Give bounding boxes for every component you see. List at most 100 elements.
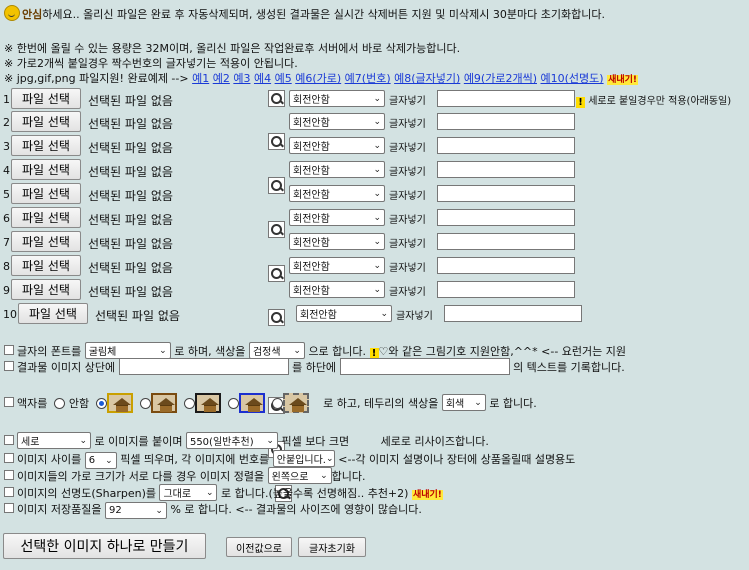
- chevron-down-icon: ⌄: [320, 470, 328, 481]
- previous-values-button[interactable]: 이전값으로: [226, 537, 292, 557]
- rotate-select[interactable]: 회전안함 ⌄: [289, 161, 385, 178]
- frame-radio-5[interactable]: [272, 398, 284, 409]
- file-select-button[interactable]: 파일 선택: [11, 135, 81, 156]
- text-input[interactable]: [437, 113, 575, 130]
- file-upload-rows: 1. 파일 선택 선택된 파일 없음 회전안함 ⌄ 글자넣기 2. 파일 선택 선택된 파일 없…: [0, 0, 749, 502]
- bottom-caption-input[interactable]: [339, 358, 510, 375]
- chevron-down-icon: ⌄: [373, 236, 381, 247]
- width-select[interactable]: 550(일반추천) ⌄: [185, 432, 278, 449]
- rotate-select[interactable]: 회전안함 ⌄: [296, 305, 392, 322]
- file-status: 선택된 파일 없음: [88, 165, 173, 179]
- text-input[interactable]: [437, 281, 575, 298]
- text-input[interactable]: [437, 161, 575, 178]
- frame-radio-4[interactable]: [228, 398, 240, 409]
- rotate-select[interactable]: 회전안함 ⌄: [289, 113, 385, 130]
- quality-select[interactable]: 92 ⌄: [104, 502, 167, 519]
- file-select-button[interactable]: 파일 선택: [11, 279, 81, 300]
- text-input[interactable]: [444, 305, 582, 322]
- rotate-select[interactable]: 회전안함 ⌄: [289, 137, 385, 154]
- frame-option-line: 액자를 안함 로 하고, 테두리의 색상을 회색 ⌄ 로 합니다.: [4, 393, 537, 413]
- rotate-select[interactable]: 회전안함 ⌄: [289, 281, 385, 298]
- chevron-down-icon: ⌄: [373, 93, 381, 104]
- example-link-10[interactable]: 예10(선명도): [541, 72, 604, 85]
- frame-radio-none[interactable]: [54, 398, 66, 409]
- numbering-text: <--각 이미지 설명이나 장터에 상품올릴때 설명용도: [338, 453, 576, 466]
- frame-thumb-5: [283, 393, 310, 413]
- reset-text-button[interactable]: 글자초기화: [298, 537, 366, 557]
- text-input[interactable]: [437, 257, 575, 274]
- bullet-icon: [4, 470, 14, 480]
- file-select-button[interactable]: 파일 선택: [11, 111, 81, 132]
- preview-magnifier-icon[interactable]: [268, 133, 285, 150]
- sharpen-select[interactable]: 그대로 ⌄: [159, 484, 218, 501]
- border-color-value: 회색: [445, 399, 465, 410]
- rotate-select[interactable]: 회전안함 ⌄: [289, 233, 385, 250]
- rotate-select[interactable]: 회전안함 ⌄: [289, 209, 385, 226]
- rotate-select[interactable]: 회전안함 ⌄: [289, 185, 385, 202]
- bullet-icon: [4, 503, 14, 513]
- example-link-6[interactable]: 예6(가로): [295, 72, 341, 85]
- examples-prefix: ※ jpg,gif,png 파일지원! 완료예제 -->: [4, 72, 189, 85]
- preview-magnifier-icon[interactable]: [268, 177, 285, 194]
- chevron-down-icon: ⌄: [155, 505, 163, 516]
- caption-suffix: 의 텍스트를 기록합니다.: [513, 361, 625, 374]
- width-text-1: 픽셀 보다 크면: [281, 435, 350, 448]
- frame-radio-2[interactable]: [140, 398, 152, 409]
- width-value: 550(일반추천): [189, 437, 254, 448]
- example-link-7[interactable]: 예7(번호): [345, 72, 391, 85]
- text-input[interactable]: [437, 137, 575, 154]
- color-select[interactable]: 검정색 ⌄: [248, 342, 305, 359]
- file-select-button[interactable]: 파일 선택: [18, 303, 88, 324]
- rotate-value: 회전안함: [293, 95, 330, 106]
- preview-magnifier-icon[interactable]: [268, 90, 285, 107]
- file-select-button[interactable]: 파일 선택: [11, 159, 81, 180]
- text-input[interactable]: [437, 209, 575, 226]
- example-link-8[interactable]: 예8(글자넣기): [394, 72, 460, 85]
- font-option-line: 글자의 폰트를 굴림체 ⌄ 로 하며, 색상을 검정색 ⌄ 으로 합니다. ! ♡와 …: [4, 342, 626, 359]
- numbering-select[interactable]: 안붙입니다. ⌄: [272, 450, 335, 467]
- example-link-3[interactable]: 예3: [233, 72, 250, 85]
- bullet-icon: [4, 361, 14, 371]
- rotate-value: 회전안함: [293, 214, 330, 225]
- frame-none-label: 안함: [68, 397, 90, 410]
- example-link-4[interactable]: 예4: [254, 72, 271, 85]
- example-link-1[interactable]: 예1: [192, 72, 209, 85]
- example-link-2[interactable]: 예2: [213, 72, 230, 85]
- rotate-select[interactable]: 회전안함 ⌄: [289, 257, 385, 274]
- info-line-2: ※ 가로2개씩 붙일경우 짝수번호의 글자넣기는 적용이 안됩니다.: [4, 57, 298, 70]
- example-link-5[interactable]: 예5: [275, 72, 292, 85]
- border-suffix: 로 합니다.: [489, 397, 537, 410]
- align-select[interactable]: 왼쪽으로 ⌄: [267, 467, 332, 484]
- make-image-button[interactable]: 선택한 이미지 하나로 만들기: [3, 533, 206, 559]
- text-input[interactable]: [437, 185, 575, 202]
- rotate-select[interactable]: 회전안함 ⌄: [289, 90, 385, 107]
- chevron-down-icon: ⌄: [474, 397, 482, 408]
- preview-magnifier-icon[interactable]: [268, 221, 285, 238]
- font-select[interactable]: 굴림체 ⌄: [84, 342, 171, 359]
- file-status: 선택된 파일 없음: [88, 285, 173, 299]
- text-input[interactable]: [437, 233, 575, 250]
- frame-thumb-3: [195, 393, 222, 413]
- info-line-1: ※ 한번에 올릴 수 있는 용량은 32M이며, 올리신 파일은 작업완료후 서…: [4, 42, 461, 55]
- example-link-9[interactable]: 예9(가로2개씩): [464, 72, 537, 85]
- align-option-line: 이미지들의 가로 크기가 서로 다를 경우 이미지 정렬을 왼쪽으로 ⌄ 합니다.: [4, 467, 365, 484]
- row1-note: ! 세로로 붙일경우만 적용(아래동일): [576, 92, 731, 108]
- frame-radio-3[interactable]: [184, 398, 196, 409]
- chevron-down-icon: ⌄: [266, 435, 274, 446]
- border-color-select[interactable]: 회색 ⌄: [441, 394, 486, 411]
- file-select-button[interactable]: 파일 선택: [11, 88, 81, 109]
- top-caption-input[interactable]: [118, 358, 289, 375]
- color-select-value: 검정색: [252, 347, 281, 358]
- file-select-button[interactable]: 파일 선택: [11, 183, 81, 204]
- file-select-button[interactable]: 파일 선택: [11, 231, 81, 252]
- examples-line: ※ jpg,gif,png 파일지원! 완료예제 --> 예1 예2 예3 예4…: [4, 70, 639, 86]
- preview-magnifier-icon[interactable]: [268, 309, 285, 326]
- sharpen-prefix: 이미지의 선명도(Sharpen)를: [17, 487, 156, 500]
- frame-radio-1[interactable]: [96, 398, 108, 409]
- text-input[interactable]: [437, 90, 575, 107]
- text-label: 글자넣기: [389, 143, 426, 154]
- preview-magnifier-icon[interactable]: [268, 265, 285, 282]
- orientation-select[interactable]: 세로 ⌄: [17, 432, 91, 449]
- file-select-button[interactable]: 파일 선택: [11, 255, 81, 276]
- file-select-button[interactable]: 파일 선택: [11, 207, 81, 228]
